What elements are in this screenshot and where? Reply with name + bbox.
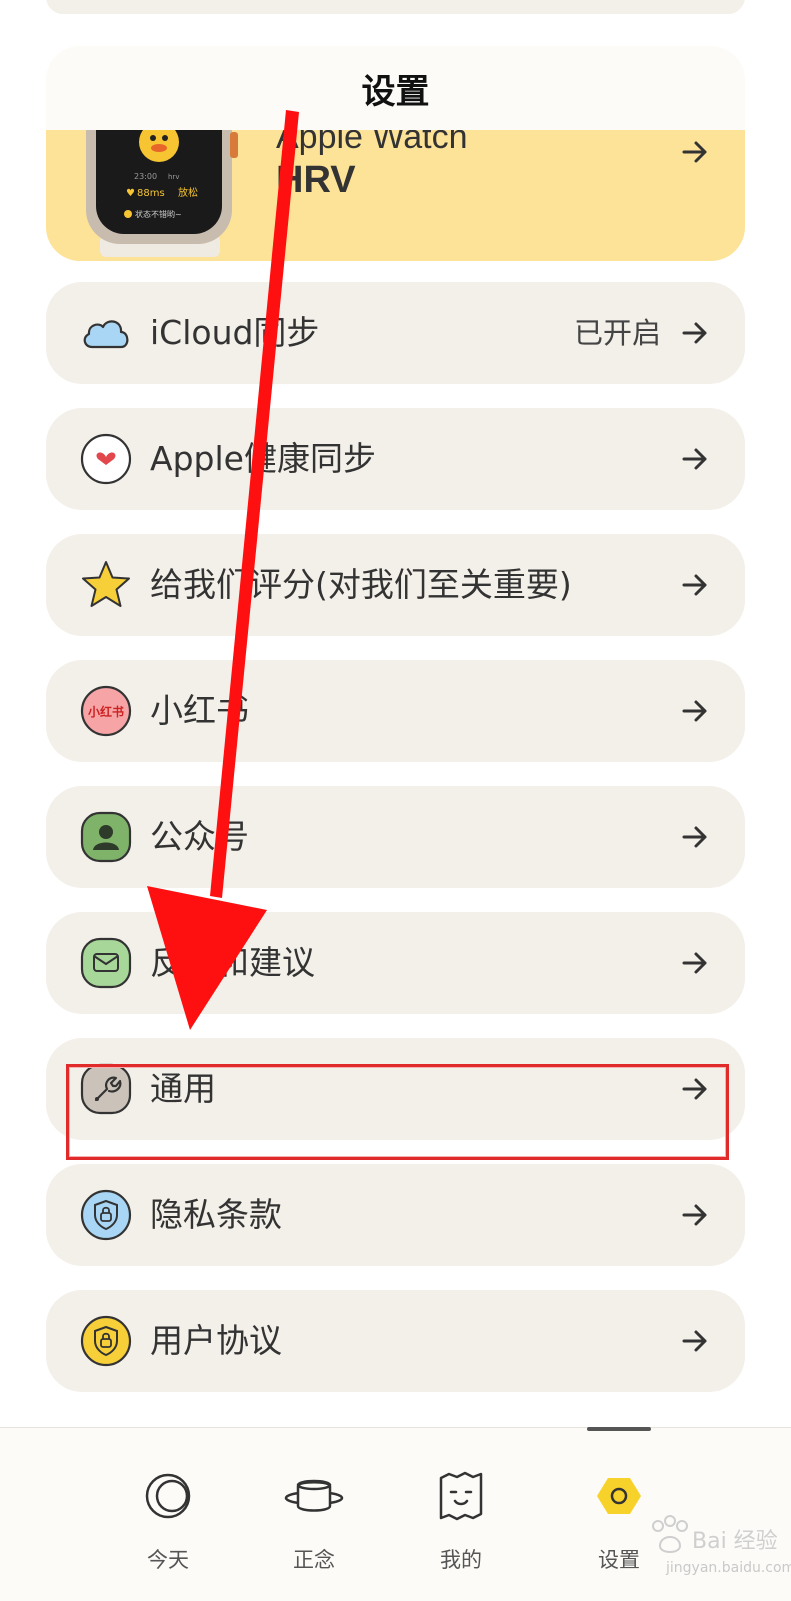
settings-row-rate-us[interactable]: 给我们评分(对我们至关重要): [46, 534, 745, 636]
arrow-right-icon: [682, 700, 707, 722]
settings-row-label: 反馈和建议: [150, 943, 315, 982]
settings-row-label: iCloud同步: [150, 313, 320, 352]
cloud-icon: [83, 320, 129, 349]
watermark-logo-text: Bai 经验: [692, 1529, 778, 1554]
previous-card-edge: [46, 0, 745, 14]
watch-value: 88ms: [137, 188, 165, 199]
arrow-right-icon: [682, 1204, 707, 1226]
arrow-right-icon: [682, 826, 707, 848]
baidu-paw-logo: Bai 经验: [652, 1515, 778, 1554]
lock-shield-icon: [80, 1189, 132, 1241]
person-icon: [80, 811, 132, 863]
tab-mine[interactable]: 我的: [401, 1428, 521, 1601]
tab-label: 正念: [293, 1548, 335, 1572]
settings-row-label: Apple健康同步: [150, 439, 376, 478]
watch-tag: hrv: [168, 173, 179, 181]
settings-row-label: 给我们评分(对我们至关重要): [150, 565, 572, 604]
settings-row-feedback[interactable]: 反馈和建议: [46, 912, 745, 1014]
star-icon: [82, 561, 130, 607]
settings-row-official-account[interactable]: 公众号: [46, 786, 745, 888]
settings-row-label: 隐私条款: [150, 1195, 282, 1234]
face-icon: [439, 1471, 483, 1521]
highlight-box-general: [66, 1064, 729, 1160]
watch-card-subtitle: HRV: [276, 159, 356, 201]
tab-today[interactable]: 今天: [108, 1428, 228, 1601]
svg-text:♥: ♥: [126, 188, 135, 199]
settings-row-label: 公众号: [150, 817, 249, 856]
settings-row-label: 用户协议: [150, 1321, 282, 1360]
settings-row-user-agreement[interactable]: 用户协议: [46, 1290, 745, 1392]
settings-row-icloud-sync[interactable]: iCloud同步 已开启: [46, 282, 745, 384]
bowl-icon: [284, 1479, 344, 1512]
page-header: 设置: [46, 46, 745, 130]
xiaohongshu-icon-text: 小红书: [88, 704, 124, 719]
settings-row-xiaohongshu[interactable]: 小红书 小红书: [46, 660, 745, 762]
arrow-right-icon: [682, 141, 707, 163]
watermark-text: jingyan.baidu.com: [666, 1560, 791, 1576]
settings-row-apple-health-sync[interactable]: Apple健康同步: [46, 408, 745, 510]
baidu-jingyan-watermark: Bai 经验 jingyan.baidu.com: [640, 1512, 791, 1582]
arrow-right-icon: [682, 574, 707, 596]
moon-icon: [145, 1473, 191, 1519]
heart-icon: [80, 433, 132, 485]
active-tab-indicator: [587, 1427, 651, 1431]
tab-label: 今天: [147, 1548, 189, 1572]
arrow-right-icon: [682, 1330, 707, 1352]
settings-row-privacy-policy[interactable]: 隐私条款: [46, 1164, 745, 1266]
watch-state: 放松: [178, 186, 198, 199]
arrow-right-icon: [682, 448, 707, 470]
page-title: 设置: [361, 71, 430, 112]
mail-icon: [80, 937, 132, 989]
lock-shield-icon: [80, 1315, 132, 1367]
tab-label: 我的: [440, 1548, 482, 1572]
xiaohongshu-icon: 小红书: [80, 685, 132, 737]
watch-status: 状态不错哟~: [135, 209, 182, 219]
watch-time: 23:00: [134, 172, 157, 181]
settings-row-label: 小红书: [150, 691, 249, 730]
tab-mindfulness[interactable]: 正念: [254, 1428, 374, 1601]
arrow-right-icon: [682, 952, 707, 974]
arrow-right-icon: [682, 322, 707, 344]
settings-row-status: 已开启: [573, 316, 661, 350]
